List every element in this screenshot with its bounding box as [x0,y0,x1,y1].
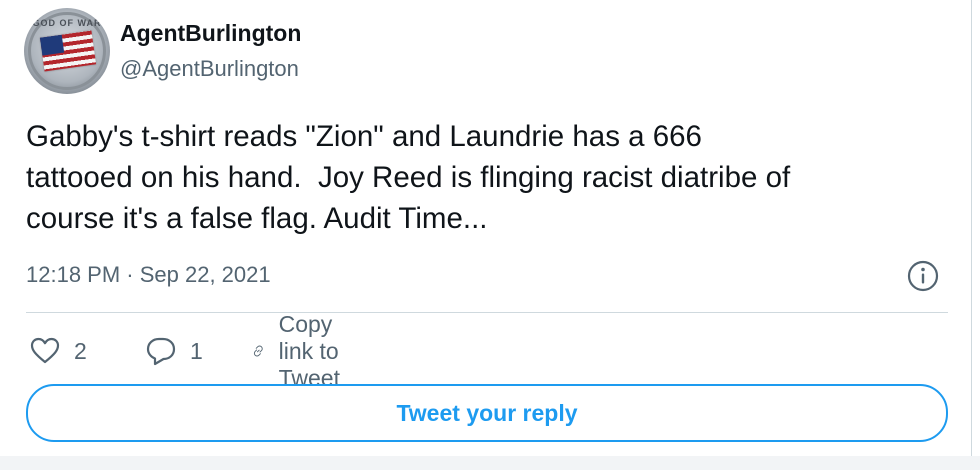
copy-link-label: Copy link to Tweet [278,310,340,391]
heart-icon [30,337,60,364]
speech-bubble-icon [146,337,176,366]
tweet-your-reply-label: Tweet your reply [396,399,578,426]
like-button[interactable]: 2 [30,333,87,369]
divider [26,312,948,313]
author-handle[interactable]: @AgentBurlington [120,56,299,82]
flag-icon [39,30,97,72]
link-icon [253,345,263,357]
tweet-text: Gabby's t-shirt reads "Zion" and Laundri… [26,120,791,235]
copy-link-button[interactable]: Copy link to Tweet [252,311,357,391]
reply-button[interactable]: 1 [146,333,203,369]
reply-count: 1 [190,337,203,364]
page-footer-strip [0,456,980,470]
tweet-your-reply-button[interactable]: Tweet your reply [26,384,948,442]
author-display-name[interactable]: AgentBurlington [120,20,301,47]
tweet-card: GOD OF WAR AgentBurlington @AgentBurling… [0,0,972,470]
like-count: 2 [74,337,87,364]
tweet-timestamp[interactable]: 12:18 PM · Sep 22, 2021 [26,262,271,288]
avatar[interactable]: GOD OF WAR [24,8,110,94]
avatar-caption: GOD OF WAR [32,18,102,28]
info-icon[interactable] [906,259,940,293]
